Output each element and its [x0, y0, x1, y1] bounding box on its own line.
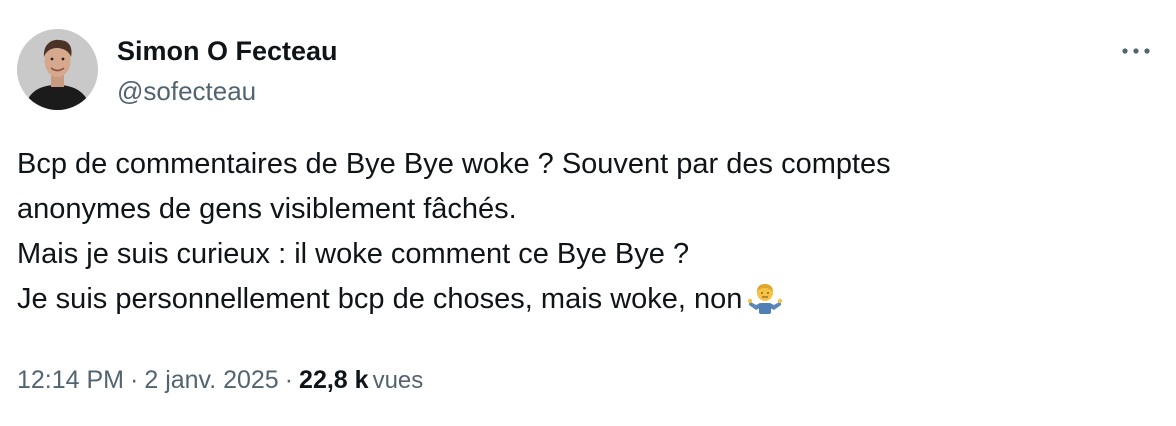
- tweet-line: Mais je suis curieux : il woke comment c…: [17, 238, 690, 270]
- tweet-meta: 12:14 PM · 2 janv. 2025 · 22,8 k vues: [17, 364, 423, 397]
- tweet-line: anonymes de gens visiblement fâchés.: [17, 193, 517, 225]
- author-handle[interactable]: @sofecteau: [117, 75, 256, 107]
- avatar[interactable]: [17, 29, 98, 110]
- tweet-card: Simon O Fecteau @sofecteau Bcp de commen…: [0, 0, 1176, 426]
- tweet-line: Bcp de commentaires de Bye Bye woke ? So…: [17, 148, 891, 180]
- person-shrugging-icon: [748, 281, 783, 329]
- tweet-text: Bcp de commentaires de Bye Bye woke ? So…: [17, 142, 1147, 329]
- avatar-image: [17, 29, 98, 110]
- tweet-line-text: Je suis personnellement bcp de choses, m…: [17, 283, 743, 315]
- tweet-time[interactable]: 12:14 PM: [17, 366, 124, 394]
- views-count: 22,8 k: [299, 366, 369, 394]
- views-label: vues: [372, 367, 424, 394]
- more-options-button[interactable]: [1116, 38, 1156, 64]
- meta-separator: ·: [130, 366, 139, 394]
- author-name[interactable]: Simon O Fecteau: [117, 35, 338, 67]
- more-dots-icon: [1122, 48, 1150, 54]
- tweet-line-last: Je suis personnellement bcp de choses, m…: [17, 277, 1147, 329]
- tweet-date[interactable]: 2 janv. 2025: [144, 366, 278, 394]
- meta-separator: ·: [284, 366, 294, 394]
